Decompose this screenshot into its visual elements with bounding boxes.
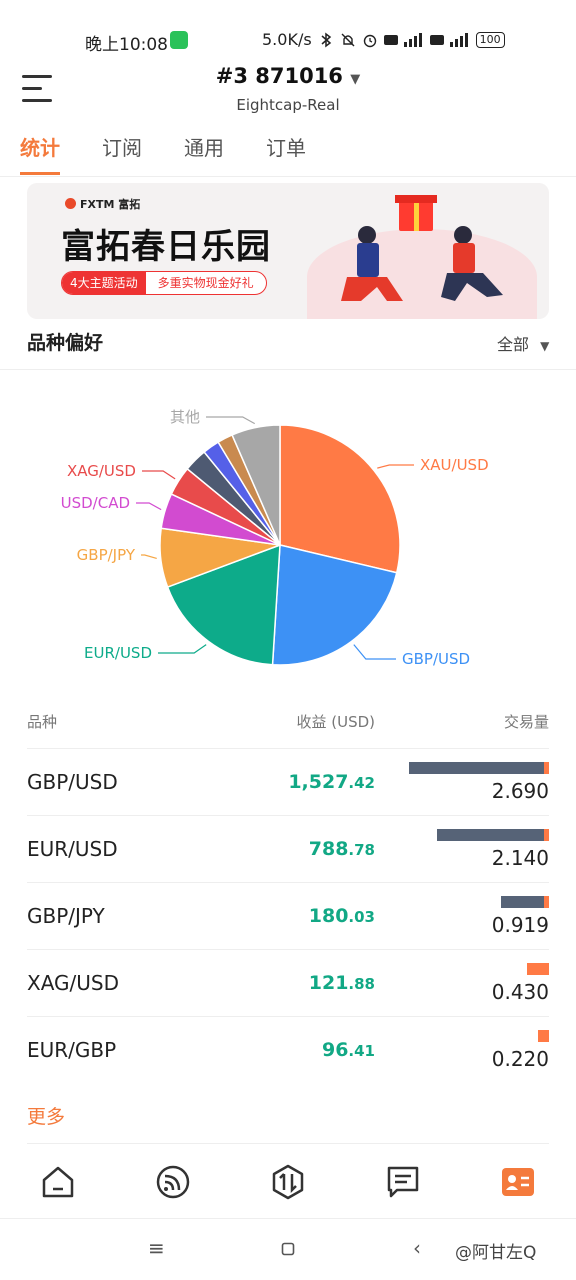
alarm-icon bbox=[363, 34, 376, 47]
network-speed: 5.0K/s bbox=[262, 30, 312, 49]
banner-tag-right: 多重实物现金好礼 bbox=[157, 276, 254, 290]
profit-integer: 788 bbox=[308, 838, 349, 860]
bluetooth-icon bbox=[321, 32, 331, 47]
back-icon[interactable]: ‹ bbox=[413, 1236, 421, 1260]
divider bbox=[0, 1218, 576, 1219]
pie-label: XAU/USD bbox=[420, 456, 489, 474]
caret-down-icon: ▼ bbox=[350, 72, 361, 87]
col-header-profit: 收益 (USD) bbox=[296, 713, 375, 731]
profit-decimal: .03 bbox=[348, 908, 375, 926]
signal-icon bbox=[383, 32, 422, 47]
profile-card-icon[interactable] bbox=[498, 1162, 538, 1202]
filter-dropdown[interactable]: 全部 ▼ bbox=[497, 331, 549, 355]
table-row[interactable]: GBP/JPY 180.03 0.919 bbox=[0, 882, 576, 949]
profit-decimal: .78 bbox=[348, 841, 375, 859]
profit-integer: 96 bbox=[321, 1039, 349, 1061]
pie-leader-line bbox=[206, 416, 256, 425]
signal-icon-2 bbox=[429, 32, 468, 47]
profit-integer: 180 bbox=[308, 905, 349, 927]
tab-underline bbox=[20, 172, 60, 175]
pie-leader-line bbox=[377, 464, 414, 469]
profit-decimal: .42 bbox=[348, 774, 375, 792]
pie-leader-line bbox=[136, 502, 162, 511]
row-profit: 180.03 bbox=[225, 905, 375, 927]
tab-general[interactable]: 通用 bbox=[184, 132, 266, 176]
row-profit: 1,527.42 bbox=[225, 771, 375, 793]
wechat-icon bbox=[170, 31, 188, 49]
caret-down-icon: ▼ bbox=[540, 339, 550, 353]
row-profit: 96.41 bbox=[225, 1039, 375, 1061]
pie-label: GBP/USD bbox=[402, 650, 470, 668]
server-name: Eightcap-Real bbox=[236, 96, 340, 114]
account-selector[interactable]: #3 871016 ▼ bbox=[0, 64, 576, 88]
home-icon[interactable] bbox=[38, 1162, 78, 1202]
col-header-symbol: 品种 bbox=[27, 713, 58, 731]
more-link[interactable]: 更多 bbox=[27, 1102, 65, 1129]
recent-apps-icon[interactable]: ≡ bbox=[148, 1236, 165, 1260]
table-row[interactable]: EUR/USD 788.78 2.140 bbox=[0, 815, 576, 882]
banner-illustration bbox=[341, 195, 503, 301]
pie-label: EUR/USD bbox=[84, 644, 152, 662]
promo-banner[interactable]: FXTM 富拓 富拓春日乐园 4大主题活动 多重实物现金好礼 bbox=[27, 183, 549, 319]
filter-value: 全部 bbox=[497, 335, 530, 354]
pie-leader-line bbox=[141, 554, 157, 560]
tab-orders[interactable]: 订单 bbox=[266, 132, 348, 176]
row-symbol: GBP/JPY bbox=[27, 904, 105, 928]
pie-label: GBP/JPY bbox=[77, 546, 136, 564]
pie-label: USD/CAD bbox=[61, 494, 130, 512]
volume-bar bbox=[501, 896, 549, 908]
row-symbol: EUR/USD bbox=[27, 837, 118, 861]
pie-chart: XAU/USD GBP/USD EUR/USD GBP/JPY USD/CAD XAG/U… bbox=[61, 408, 489, 668]
trade-icon[interactable] bbox=[268, 1162, 308, 1202]
table-row[interactable]: XAG/USD 121.88 0.430 bbox=[0, 949, 576, 1016]
volume-bar bbox=[538, 1030, 549, 1042]
volume-bar bbox=[527, 963, 549, 975]
home-square-icon[interactable] bbox=[281, 1242, 295, 1256]
banner-tags: 4大主题活动 多重实物现金好礼 bbox=[61, 271, 267, 295]
feed-icon[interactable] bbox=[153, 1162, 193, 1202]
row-profit: 121.88 bbox=[225, 972, 375, 994]
col-header-volume: 交易量 bbox=[503, 713, 549, 731]
row-volume: 2.140 bbox=[491, 846, 549, 870]
profit-decimal: .41 bbox=[348, 1042, 375, 1060]
row-profit: 788.78 bbox=[225, 838, 375, 860]
brand-logo: FXTM 富拓 bbox=[65, 196, 140, 212]
row-volume: 0.919 bbox=[491, 913, 549, 937]
row-volume: 0.430 bbox=[491, 980, 549, 1004]
volume-bar bbox=[437, 829, 549, 841]
divider bbox=[0, 176, 576, 177]
message-icon[interactable] bbox=[383, 1162, 423, 1202]
pie-label: XAG/USD bbox=[67, 462, 136, 480]
row-symbol: XAG/USD bbox=[27, 971, 120, 995]
volume-bar bbox=[409, 762, 549, 774]
divider bbox=[27, 1143, 549, 1144]
watermark: @阿甘左Q bbox=[455, 1243, 537, 1263]
mute-bell-icon bbox=[341, 33, 355, 46]
table-row[interactable]: GBP/USD 1,527.42 2.690 bbox=[0, 748, 576, 815]
pie-leader-line bbox=[353, 644, 396, 660]
table-row[interactable]: EUR/GBP 96.41 0.220 bbox=[0, 1016, 576, 1083]
status-right: 5.0K/s 100 bbox=[262, 30, 505, 49]
pie-leader-line bbox=[158, 644, 207, 654]
pie-leader-line bbox=[142, 470, 176, 480]
account-number: #3 871016 bbox=[215, 64, 343, 88]
pie-label: 其他 bbox=[170, 408, 200, 426]
row-symbol: GBP/USD bbox=[27, 770, 118, 794]
profit-decimal: .88 bbox=[348, 975, 375, 993]
row-volume: 0.220 bbox=[491, 1047, 549, 1071]
battery-icon: 100 bbox=[475, 31, 505, 48]
banner-headline: 富拓春日乐园 bbox=[61, 227, 271, 267]
tab-stats[interactable]: 统计 bbox=[20, 132, 102, 176]
section-title: 品种偏好 bbox=[27, 332, 104, 354]
tab-subscribe[interactable]: 订阅 bbox=[102, 132, 184, 176]
status-time: 晚上10:08 bbox=[85, 35, 168, 55]
row-volume: 2.690 bbox=[491, 779, 549, 803]
tab-bar: 统计 订阅 通用 订单 bbox=[20, 132, 348, 176]
profit-integer: 121 bbox=[308, 972, 349, 994]
row-symbol: EUR/GBP bbox=[27, 1038, 117, 1062]
profit-integer: 1,527 bbox=[288, 771, 349, 793]
divider bbox=[0, 369, 576, 370]
banner-tag-left: 4大主题活动 bbox=[62, 272, 146, 294]
